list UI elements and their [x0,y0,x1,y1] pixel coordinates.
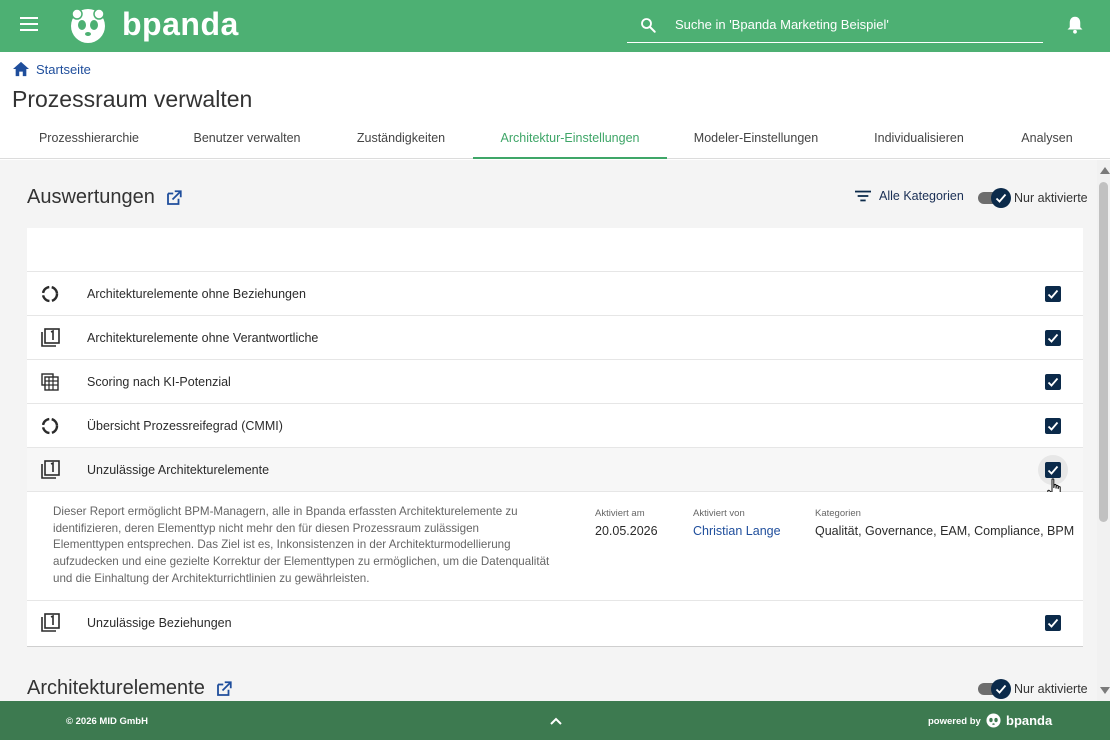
activated-by-meta: Aktiviert von Christian Lange [693,508,781,538]
categories-meta: Kategorien Qualität, Governance, EAM, Co… [815,508,1074,538]
meta-value: 20.05.2026 [595,524,658,538]
footer-brand-text: bpanda [1006,713,1053,728]
list-item-label: Architekturelemente ohne Verantwortliche [87,331,319,345]
breadcrumb-home-link[interactable]: Startseite [36,62,91,77]
vertical-scrollbar[interactable] [1097,160,1110,701]
list-item[interactable]: Übersicht Prozessreifegrad (CMMI) [27,404,1083,448]
activate-checkbox[interactable] [1045,418,1061,434]
activate-checkbox[interactable] [1045,374,1061,390]
activated-by-user-link[interactable]: Christian Lange [693,524,781,538]
search-field[interactable]: Suche in 'Bpanda Marketing Beispiel' [627,8,1043,43]
donut-chart-icon [41,417,59,435]
report-list-card: Architekturelemente ohne Beziehungen Arc… [27,228,1083,647]
list-item-expanded[interactable]: Unzulässige Architekturelemente [27,448,1083,499]
meta-label: Aktiviert von [693,508,745,519]
list-item[interactable]: Architekturelemente ohne Verantwortliche [27,316,1083,360]
toggle-switch[interactable] [978,679,1011,699]
scrollbar-thumb[interactable] [1099,182,1108,522]
footer: © 2026 MID GmbH powered by bpanda [0,701,1110,740]
panda-logo-icon [986,713,1001,728]
list-item-label: Architekturelemente ohne Beziehungen [87,287,306,301]
scroll-up-arrow-icon[interactable] [1100,167,1110,174]
open-external-icon[interactable] [215,680,233,698]
toggle-switch[interactable] [978,188,1011,208]
activate-checkbox[interactable] [1045,615,1061,631]
top-app-bar: bpanda Suche in 'Bpanda Marketing Beispi… [0,0,1110,52]
report-list-icon [41,328,60,347]
check-icon [1047,377,1059,387]
open-external-icon[interactable] [165,189,183,207]
check-icon [1047,421,1059,431]
home-icon[interactable] [12,61,30,77]
report-detail-panel: Dieser Report ermöglicht BPM-Managern, a… [27,492,1083,601]
search-input[interactable]: Suche in 'Bpanda Marketing Beispiel' [675,17,889,32]
notification-bell-icon[interactable] [1066,15,1084,35]
search-icon[interactable] [639,16,657,34]
donut-chart-icon [41,285,59,303]
category-filter-button[interactable]: Alle Kategorien [855,189,964,203]
tab-benutzer-verwalten[interactable]: Benutzer verwalten [170,118,324,159]
page-title: Prozessraum verwalten [12,86,253,112]
meta-label: Aktiviert am [595,508,645,519]
list-item[interactable]: Scoring nach KI-Potenzial [27,360,1083,404]
list-item-label: Scoring nach KI-Potenzial [87,375,231,389]
tab-individualisieren[interactable]: Individualisieren [842,118,996,159]
active-only-toggle[interactable]: Nur aktivierte [978,679,1088,699]
meta-label: Kategorien [815,508,861,519]
check-icon [1047,465,1059,475]
check-icon [995,193,1007,203]
tab-architektur-einstellungen[interactable]: Architektur-Einstellungen [473,118,667,159]
section-title-auswertungen: Auswertungen [27,186,183,209]
chevron-up-icon[interactable] [550,716,562,726]
activate-checkbox[interactable] [1045,286,1061,302]
toggle-label: Nur aktivierte [1014,191,1088,205]
report-list-icon [41,613,60,632]
filter-icon [855,190,871,202]
list-item[interactable]: Architekturelemente ohne Beziehungen [27,272,1083,316]
report-list-icon [41,460,60,479]
breadcrumb[interactable]: Startseite [12,60,91,78]
content-area: Auswertungen Alle Kategorien Nur aktivie… [0,160,1097,701]
list-item-label: Übersicht Prozessreifegrad (CMMI) [87,419,283,433]
list-item[interactable]: Unzulässige Beziehungen [27,601,1083,645]
list-item-label: Unzulässige Architekturelemente [87,463,270,477]
toggle-label: Nur aktivierte [1014,682,1088,696]
powered-by-text: powered by [928,716,981,727]
activate-checkbox[interactable] [1045,330,1061,346]
copyright-text: © 2026 MID GmbH [66,716,148,727]
filter-label[interactable]: Alle Kategorien [879,189,964,203]
tab-modeler-einstellungen[interactable]: Modeler-Einstellungen [676,118,836,159]
section-title-architekturelemente: Architekturelemente [27,677,233,700]
section-title-text: Architekturelemente [27,677,205,699]
table-grid-icon [41,373,59,391]
check-icon [995,684,1007,694]
panda-logo-icon[interactable] [70,8,106,44]
section-title-text: Auswertungen [27,186,155,208]
activated-on-meta: Aktiviert am 20.05.2026 [595,508,658,538]
scroll-down-arrow-icon[interactable] [1100,687,1110,694]
meta-value: Qualität, Governance, EAM, Compliance, B… [815,524,1075,538]
menu-icon[interactable] [20,17,38,31]
report-description: Dieser Report ermöglicht BPM-Managern, a… [53,505,550,585]
app-logo-text: bpanda [122,6,239,42]
list-header [27,228,1083,272]
check-icon [1047,333,1059,343]
check-icon [1047,618,1059,628]
tab-zustaendigkeiten[interactable]: Zuständigkeiten [324,118,478,159]
tab-prozesshierarchie[interactable]: Prozesshierarchie [12,118,166,159]
activate-checkbox[interactable] [1045,462,1061,478]
tab-analysen[interactable]: Analysen [1004,118,1090,159]
tab-bar: Prozesshierarchie Benutzer verwalten Zus… [0,118,1110,159]
list-item-label: Unzulässige Beziehungen [87,616,232,630]
active-only-toggle[interactable]: Nur aktivierte [978,188,1088,208]
check-icon [1047,289,1059,299]
